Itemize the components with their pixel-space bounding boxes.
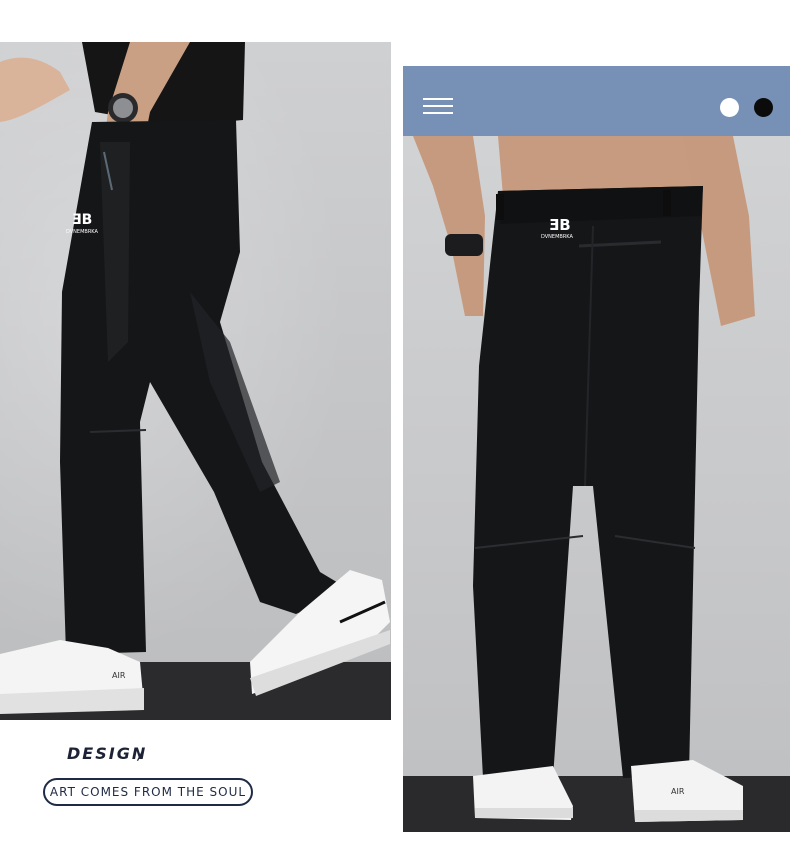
model-back-illustration: ƎB DVNEMBRKA AIR — [413, 136, 755, 822]
product-page: ƎB DVNEMBRKA AIR ƎB DVNEMBRKA AIR DESIGN… — [0, 0, 790, 846]
svg-text:ƎB: ƎB — [549, 216, 571, 234]
product-photo-side-view: ƎB DVNEMBRKA AIR — [0, 42, 391, 720]
color-swatch-black[interactable] — [754, 98, 773, 117]
tagline-pill: ART COMES FROM THE SOUL — [43, 778, 253, 806]
svg-text:DVNEMBRKA: DVNEMBRKA — [541, 234, 573, 240]
model-side-illustration: ƎB DVNEMBRKA AIR — [0, 42, 390, 714]
svg-text:AIR: AIR — [112, 671, 126, 680]
design-slash: / — [138, 744, 144, 763]
product-photo-back-view: ƎB DVNEMBRKA AIR — [403, 66, 790, 832]
hamburger-menu-icon[interactable] — [423, 98, 453, 116]
design-heading: DESIGN — [67, 744, 148, 763]
color-selector-bar — [403, 66, 790, 136]
color-swatch-white[interactable] — [720, 98, 739, 117]
svg-text:ƎB: ƎB — [72, 212, 92, 228]
svg-text:DVNEMBRKA: DVNEMBRKA — [66, 229, 98, 235]
svg-text:AIR: AIR — [671, 787, 685, 796]
tagline-text: ART COMES FROM THE SOUL — [49, 785, 247, 799]
